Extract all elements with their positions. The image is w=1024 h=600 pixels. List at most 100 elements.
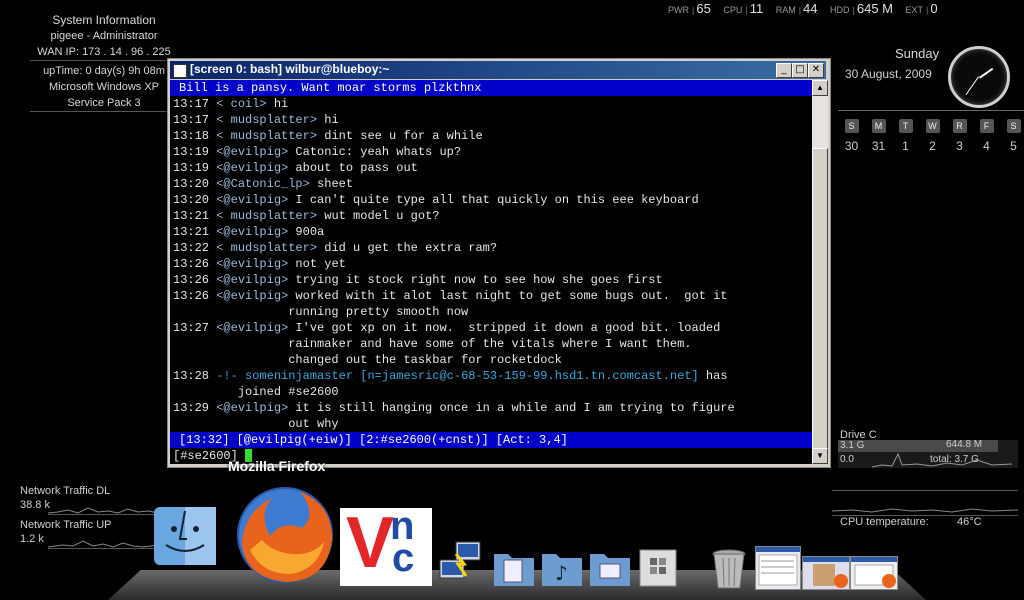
sysinfo-title: System Information (52, 13, 156, 27)
irc-nick: < mudsplatter> (209, 209, 318, 223)
scroll-up-arrow-icon[interactable]: ▲ (812, 80, 828, 96)
vnc-letter-c: c (392, 536, 415, 580)
irc-nick: <@Catonic_lp> (209, 177, 310, 191)
irc-message-text: not yet (288, 257, 346, 271)
cal-header: T (898, 119, 913, 133)
window-thumb-3[interactable] (850, 556, 898, 590)
irc-message-line: 13:20 <@evilpig> I can't quite type all … (170, 192, 812, 208)
analog-clock-icon (948, 46, 1010, 108)
terminal-content[interactable]: Bill is a pansy. Want moar storms plzkth… (170, 80, 812, 464)
irc-chat-log-tail: 13:29 <@evilpig> it is still hanging onc… (170, 400, 812, 432)
irc-message-text: about to pass out (288, 161, 418, 175)
cal-header: S (1006, 119, 1021, 133)
irc-message-text: I can't quite type all that quickly on t… (288, 193, 699, 207)
irc-message-text: changed out the taskbar for rocketdock (173, 353, 562, 367)
scrollbar-thumb[interactable] (812, 148, 828, 450)
irc-nick: < coil> (209, 97, 267, 111)
terminal-icon (173, 64, 187, 78)
vnc-letter-v: V (346, 503, 395, 583)
irc-timestamp: 13:21 (173, 225, 210, 239)
net-dl-graph (47, 500, 159, 515)
clock-minute-hand (965, 76, 979, 96)
sysinfo-wan-ip: WAN IP: 173 . 14 . 96 . 225 (30, 44, 178, 61)
cal-header: W (925, 119, 940, 133)
irc-message-line: 13:17 < mudsplatter> hi (170, 112, 812, 128)
hdd-value: 645 M (856, 1, 894, 16)
irc-nick: <@evilpig> (209, 161, 289, 175)
documents-folder-icon[interactable] (492, 546, 536, 588)
scroll-down-arrow-icon[interactable]: ▼ (812, 448, 828, 464)
irc-message-text: out why (173, 417, 339, 431)
svg-text:♪: ♪ (555, 561, 568, 585)
cal-day: 5 (1010, 139, 1017, 153)
irc-timestamp: 13:17 (173, 113, 210, 127)
day-name: Sunday (895, 46, 940, 61)
irc-message-line: 13:26 <@evilpig> worked with it alot las… (170, 288, 812, 304)
irc-message-line: running pretty smooth now (170, 304, 812, 320)
music-folder-icon[interactable]: ♪ (540, 546, 584, 588)
irc-timestamp: 13:17 (173, 97, 210, 111)
irc-message-text: 900a (288, 225, 325, 239)
cal-day: 31 (871, 139, 886, 153)
irc-message-text: wut model u got? (317, 209, 440, 223)
terminal-window[interactable]: [screen 0: bash] wilbur@blueboy:~ _ □ ✕ … (167, 58, 831, 468)
irc-message-line: 13:21 <@evilpig> 900a (170, 224, 812, 240)
irc-message-text: sheet (309, 177, 354, 191)
irc-status-bar: [13:32] [@evilpig(+eiw)] [2:#se2600(+cns… (170, 432, 812, 448)
cpu-temp-label: CPU temperature: (840, 516, 929, 528)
network-icon[interactable] (436, 540, 486, 586)
ram-label: RAM (775, 5, 796, 15)
window-title: [screen 0: bash] wilbur@blueboy:~ (190, 62, 390, 76)
irc-message-line: 13:27 <@evilpig> I've got xp on it now. … (170, 320, 812, 336)
irc-message-line: 13:26 <@evilpig> not yet (170, 256, 812, 272)
irc-nick: <@evilpig> (209, 289, 289, 303)
cal-day: 30 (844, 139, 859, 153)
pictures-folder-icon[interactable] (588, 546, 632, 588)
irc-message-text: did u get the extra ram? (317, 241, 498, 255)
finder-icon[interactable] (152, 505, 218, 567)
irc-message-text: dint see u for a while (317, 129, 483, 143)
cpu-value: 11 (749, 1, 764, 16)
irc-message-line: rainmaker and have some of the vitals wh… (170, 336, 812, 352)
system-stats-bar: PWR | 65 CPU | 11 RAM | 44 HDD | 645 M EXT | 0 (668, 1, 938, 16)
cal-header: M (871, 119, 886, 133)
widget-divider (838, 110, 1024, 111)
irc-message-text: rainmaker and have some of the vitals wh… (173, 337, 692, 351)
irc-message-text: Catonic: yeah whats up? (288, 145, 462, 159)
trash-icon[interactable] (710, 548, 748, 590)
pwr-label: PWR (668, 5, 689, 15)
net-ul-value: 1.2 k (20, 533, 44, 545)
sysinfo-os: Microsoft Windows XP (48, 81, 160, 93)
system-info-widget: System Information pigeee - Administrato… (30, 12, 178, 112)
firefox-icon[interactable] (232, 484, 338, 586)
vertical-scrollbar[interactable]: ▲ ▼ (812, 80, 828, 464)
irc-message-text: worked with it alot last night to get so… (288, 289, 728, 303)
close-button[interactable]: ✕ (808, 63, 824, 78)
cal-day: 4 (983, 139, 990, 153)
irc-timestamp: 13:19 (173, 145, 210, 159)
irc-nick: < mudsplatter> (209, 129, 318, 143)
minimize-button[interactable]: _ (776, 63, 792, 78)
irc-nick: <@evilpig> (209, 145, 289, 159)
vnc-icon[interactable]: V n c (340, 503, 432, 586)
ext-label: EXT (905, 5, 924, 15)
window-thumb-2[interactable] (802, 556, 850, 590)
irc-message-line: 13:17 < coil> hi (170, 96, 812, 112)
irc-timestamp: 13:20 (173, 177, 210, 191)
window-thumb-1[interactable] (755, 546, 801, 590)
maximize-button[interactable]: □ (792, 63, 808, 78)
irc-timestamp: 13:26 (173, 289, 210, 303)
irc-message-text: running pretty smooth now (173, 305, 469, 319)
cal-day: 2 (929, 139, 936, 153)
irc-join-line-cont: joined #se2600 (173, 385, 339, 399)
irc-timestamp: 13:18 (173, 129, 210, 143)
drive-free-value: 3.1 G (840, 440, 865, 451)
irc-timestamp: 13:26 (173, 257, 210, 271)
irc-timestamp: 13:29 (173, 401, 210, 415)
irc-timestamp: 13:20 (173, 193, 210, 207)
windows-folder-icon[interactable] (636, 546, 680, 588)
window-titlebar[interactable]: [screen 0: bash] wilbur@blueboy:~ _ □ ✕ (170, 61, 826, 79)
irc-message-line: changed out the taskbar for rocketdock (170, 352, 812, 368)
irc-nick: <@evilpig> (209, 225, 289, 239)
net-dl-value: 38.8 k (20, 499, 50, 511)
